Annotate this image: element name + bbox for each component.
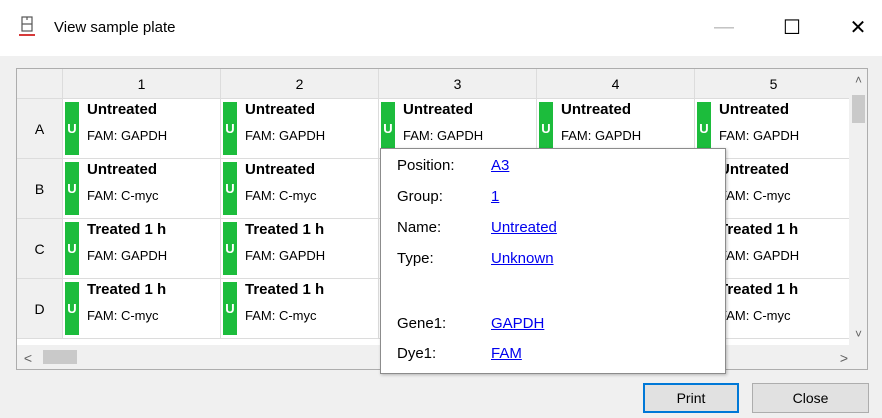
column-header[interactable]: 2	[221, 69, 379, 99]
sample-name: Treated 1 h	[245, 281, 325, 298]
name-link[interactable]: Untreated	[491, 219, 557, 236]
scroll-right-icon[interactable]: >	[833, 345, 855, 369]
gene1-label: Gene1:	[397, 315, 447, 332]
column-header[interactable]: 4	[537, 69, 695, 99]
sample-type-badge: U	[223, 162, 237, 215]
sample-name: Untreated	[245, 101, 316, 118]
column-header[interactable]: 1	[63, 69, 221, 99]
row-header[interactable]: D	[17, 279, 63, 339]
dye-target: FAM: GAPDH	[561, 128, 642, 143]
minimize-button[interactable]: —	[702, 10, 746, 44]
group-label: Group:	[397, 188, 443, 205]
dye-target: FAM: C-myc	[245, 308, 317, 323]
sample-type-badge: U	[65, 222, 79, 275]
sample-name: Treated 1 h	[245, 221, 325, 238]
horizontal-scroll-thumb[interactable]	[43, 350, 77, 364]
dye-target: FAM: C-myc	[87, 188, 159, 203]
print-button[interactable]: Print	[643, 383, 739, 413]
dye1-link[interactable]: FAM	[491, 345, 522, 362]
scroll-up-icon[interactable]: ˄	[849, 69, 867, 91]
sample-name: Treated 1 h	[87, 281, 167, 298]
name-label: Name:	[397, 219, 442, 236]
sample-name: Treated 1 h	[719, 281, 799, 298]
well-details-tooltip: Position: A3 Group: 1 Name: Untreated Ty…	[380, 148, 726, 374]
vertical-scrollbar[interactable]: ˄ ˅	[849, 69, 867, 345]
well-cell[interactable]: U Treated 1 h FAM: C-myc	[221, 279, 379, 339]
dye-target: FAM: GAPDH	[87, 128, 168, 143]
group-link[interactable]: 1	[491, 188, 499, 205]
dye-target: FAM: GAPDH	[719, 128, 800, 143]
dye1-label: Dye1:	[397, 345, 437, 362]
vertical-scroll-thumb[interactable]	[852, 95, 865, 123]
dye-target: FAM: C-myc	[719, 188, 791, 203]
close-button[interactable]: Close	[752, 383, 869, 413]
sample-type-badge: U	[223, 282, 237, 335]
sample-name: Untreated	[245, 161, 316, 178]
dye-target: FAM: GAPDH	[403, 128, 484, 143]
well-cell[interactable]: U Treated 1 h FAM: C-myc	[63, 279, 221, 339]
well-cell[interactable]: U Untreated FAM: GAPDH	[221, 99, 379, 159]
title-bar: View sample plate — ☐ ✕	[0, 0, 882, 56]
sample-name: Untreated	[87, 161, 158, 178]
sample-type-badge: U	[65, 162, 79, 215]
sample-type-badge: U	[65, 282, 79, 335]
row-header[interactable]: C	[17, 219, 63, 279]
sample-name: Untreated	[87, 101, 158, 118]
dye-target: FAM: GAPDH	[87, 248, 168, 263]
dye-target: FAM: C-myc	[245, 188, 317, 203]
sample-type-badge: U	[223, 222, 237, 275]
position-link[interactable]: A3	[491, 157, 509, 174]
well-cell[interactable]: U Treated 1 h FAM: GAPDH	[63, 219, 221, 279]
type-link[interactable]: Unknown	[491, 250, 554, 267]
window-close-button[interactable]: ✕	[836, 10, 880, 44]
dye-target: FAM: GAPDH	[245, 248, 326, 263]
sample-name: Untreated	[719, 101, 790, 118]
row-header[interactable]: A	[17, 99, 63, 159]
app-icon	[19, 16, 35, 36]
column-header[interactable]: 3	[379, 69, 537, 99]
well-cell[interactable]: U Untreated FAM: C-myc	[221, 159, 379, 219]
sample-name: Untreated	[403, 101, 474, 118]
grid-corner	[17, 69, 63, 99]
sample-name: Untreated	[719, 161, 790, 178]
gene1-link[interactable]: GAPDH	[491, 315, 544, 332]
maximize-button[interactable]: ☐	[770, 10, 814, 44]
window-title: View sample plate	[54, 19, 176, 36]
well-cell[interactable]: U Untreated FAM: C-myc	[63, 159, 221, 219]
sample-type-badge: U	[223, 102, 237, 155]
dye-target: FAM: C-myc	[719, 308, 791, 323]
type-label: Type:	[397, 250, 434, 267]
sample-type-badge: U	[65, 102, 79, 155]
scroll-left-icon[interactable]: <	[17, 345, 39, 369]
well-cell[interactable]: U Treated 1 h FAM: GAPDH	[221, 219, 379, 279]
sample-name: Untreated	[561, 101, 632, 118]
sample-name: Treated 1 h	[87, 221, 167, 238]
position-label: Position:	[397, 157, 455, 174]
well-cell[interactable]: U Untreated FAM: GAPDH	[63, 99, 221, 159]
column-header[interactable]: 5	[695, 69, 849, 99]
dye-target: FAM: GAPDH	[245, 128, 326, 143]
scroll-down-icon[interactable]: ˅	[849, 323, 867, 345]
dye-target: FAM: C-myc	[87, 308, 159, 323]
row-header[interactable]: B	[17, 159, 63, 219]
sample-name: Treated 1 h	[719, 221, 799, 238]
dye-target: FAM: GAPDH	[719, 248, 800, 263]
